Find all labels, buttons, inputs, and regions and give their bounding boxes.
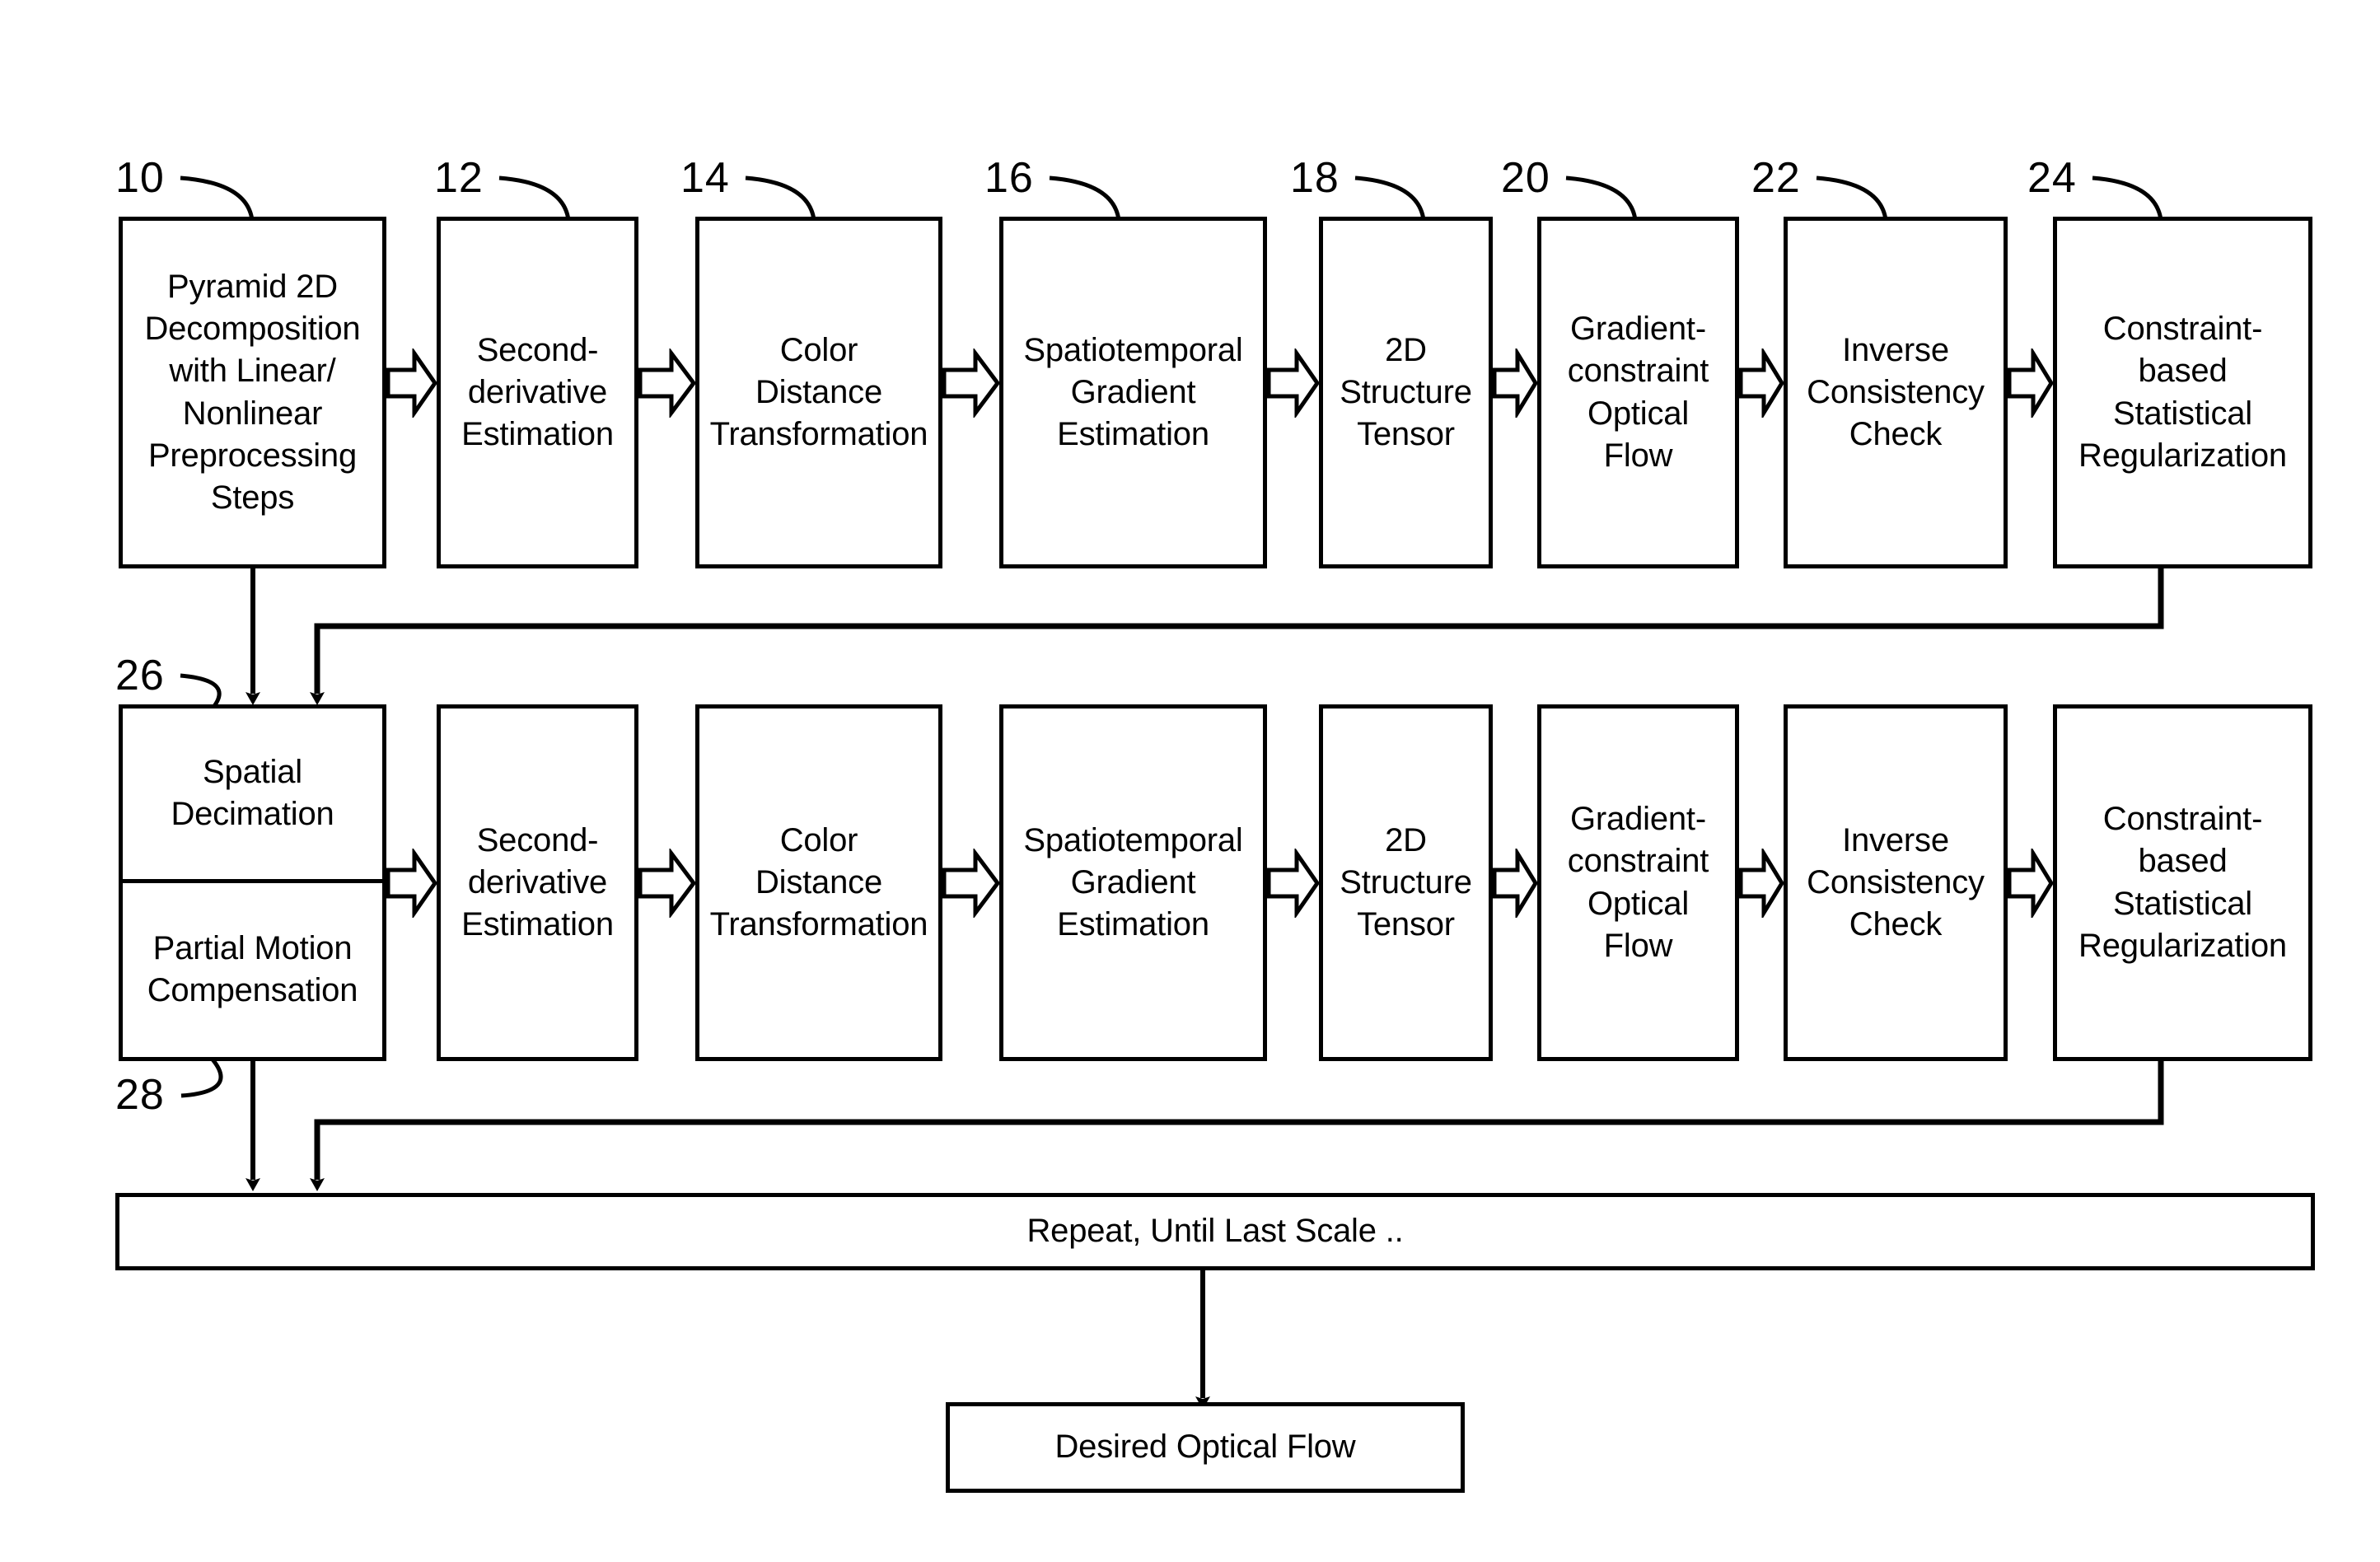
node-constraint-based-statistical-regularization-1[interactable]: Constraint- based Statistical Regulariza… [2053,217,2312,568]
arrow-inverse-2-to-constraint-based-2 [2008,849,2053,918]
node-color-distance-transformation-1[interactable]: Color Distance Transformation [695,217,942,568]
repeat-until-last-scale-bar[interactable]: Repeat, Until Last Scale .. [115,1193,2315,1270]
node-label: Color Distance Transformation [709,821,928,943]
node-label: Partial Motion Compensation [147,930,358,1009]
ref-numeral-24: 24 [2027,154,2077,202]
node-2d-structure-tensor-2[interactable]: 2D Structure Tensor [1319,704,1493,1061]
ref-numeral-28: 28 [115,1071,165,1119]
node-label: Spatiotemporal Gradient Estimation [1023,821,1243,943]
ref-numeral-16: 16 [984,154,1034,202]
node-label: Color Distance Transformation [709,331,928,453]
arrow-14-to-16 [942,348,999,418]
node-color-distance-transformation-2[interactable]: Color Distance Transformation [695,704,942,1061]
node-label: Constraint- based Statistical Regulariza… [2078,801,2287,964]
leader-10 [180,175,255,221]
arrow-10-to-12 [386,348,437,418]
leader-14 [745,175,816,221]
leader-24 [2092,175,2163,221]
arrow-16-to-18 [1267,348,1319,418]
edge-row2-last-to-repeat [310,1061,2164,1191]
node-label: Gradient- constraint Optical Flow [1567,801,1709,964]
repeat-bar-label: Repeat, Until Last Scale .. [1026,1213,1404,1250]
ref-numeral-22: 22 [1751,154,1801,202]
ref-numeral-18: 18 [1290,154,1340,202]
arrow-22-to-24 [2008,348,2053,418]
node-second-derivative-estimation-1[interactable]: Second- derivative Estimation [437,217,638,568]
ref-numeral-20: 20 [1501,154,1550,202]
arrow-tensor-2-to-gradient-constraint-2 [1493,849,1537,918]
node-desired-optical-flow[interactable]: Desired Optical Flow [946,1402,1465,1493]
node-label: Inverse Consistency Check [1807,821,1985,943]
node-gradient-constraint-optical-flow-2[interactable]: Gradient- constraint Optical Flow [1537,704,1739,1061]
node-half-partial-motion-compensation[interactable]: Partial Motion Compensation [123,883,382,1058]
node-label: Second- derivative Estimation [461,331,614,453]
leader-22 [1816,175,1888,221]
arrow-18-to-20 [1493,348,1537,418]
node-gradient-constraint-optical-flow-1[interactable]: Gradient- constraint Optical Flow [1537,217,1739,568]
node-spatial-decimation-partial-motion-compensation[interactable]: Spatial Decimation Partial Motion Compen… [119,704,386,1061]
arrow-color-distance-2-to-spatiotemporal-2 [942,849,999,918]
ref-numeral-14: 14 [680,154,730,202]
node-half-spatial-decimation[interactable]: Spatial Decimation [123,709,382,883]
node-pyramid-2d-decomposition[interactable]: Pyramid 2D Decomposition with Linear/ No… [119,217,386,568]
node-constraint-based-statistical-regularization-2[interactable]: Constraint- based Statistical Regulariza… [2053,704,2312,1061]
arrow-second-derivative-2-to-color-distance-2 [638,849,695,918]
leader-12 [498,175,571,221]
arrow-20-to-22 [1739,348,1784,418]
node-label: 2D Structure Tensor [1340,331,1472,453]
node-label: 2D Structure Tensor [1340,821,1472,943]
leader-16 [1049,175,1121,221]
leader-28 [180,1058,223,1098]
node-second-derivative-estimation-2[interactable]: Second- derivative Estimation [437,704,638,1061]
ref-numeral-12: 12 [434,154,484,202]
node-inverse-consistency-check-1[interactable]: Inverse Consistency Check [1784,217,2008,568]
ref-numeral-26: 26 [115,652,165,699]
arrow-gradient-constraint-2-to-inverse-2 [1739,849,1784,918]
ref-numeral-10: 10 [115,154,165,202]
leader-18 [1354,175,1426,221]
arrow-26-to-second-derivative-2 [386,849,437,918]
node-2d-structure-tensor-1[interactable]: 2D Structure Tensor [1319,217,1493,568]
node-label: Inverse Consistency Check [1807,331,1985,453]
node-label: Spatiotemporal Gradient Estimation [1023,331,1243,453]
terminal-label: Desired Optical Flow [1054,1429,1356,1466]
node-spatiotemporal-gradient-estimation-1[interactable]: Spatiotemporal Gradient Estimation [999,217,1267,568]
arrow-12-to-14 [638,348,695,418]
node-label: Gradient- constraint Optical Flow [1567,311,1709,474]
figure-canvas: 10 12 14 16 18 20 22 24 26 28 Pyramid 2D… [0,0,2380,1562]
edge-24-to-26 [310,568,2164,705]
node-label: Pyramid 2D Decomposition with Linear/ No… [144,268,361,516]
node-spatiotemporal-gradient-estimation-2[interactable]: Spatiotemporal Gradient Estimation [999,704,1267,1061]
node-label: Constraint- based Statistical Regulariza… [2078,311,2287,474]
leader-20 [1565,175,1638,221]
arrow-spatiotemporal-2-to-tensor-2 [1267,849,1319,918]
node-inverse-consistency-check-2[interactable]: Inverse Consistency Check [1784,704,2008,1061]
node-label: Spatial Decimation [171,754,334,833]
node-label: Second- derivative Estimation [461,821,614,943]
